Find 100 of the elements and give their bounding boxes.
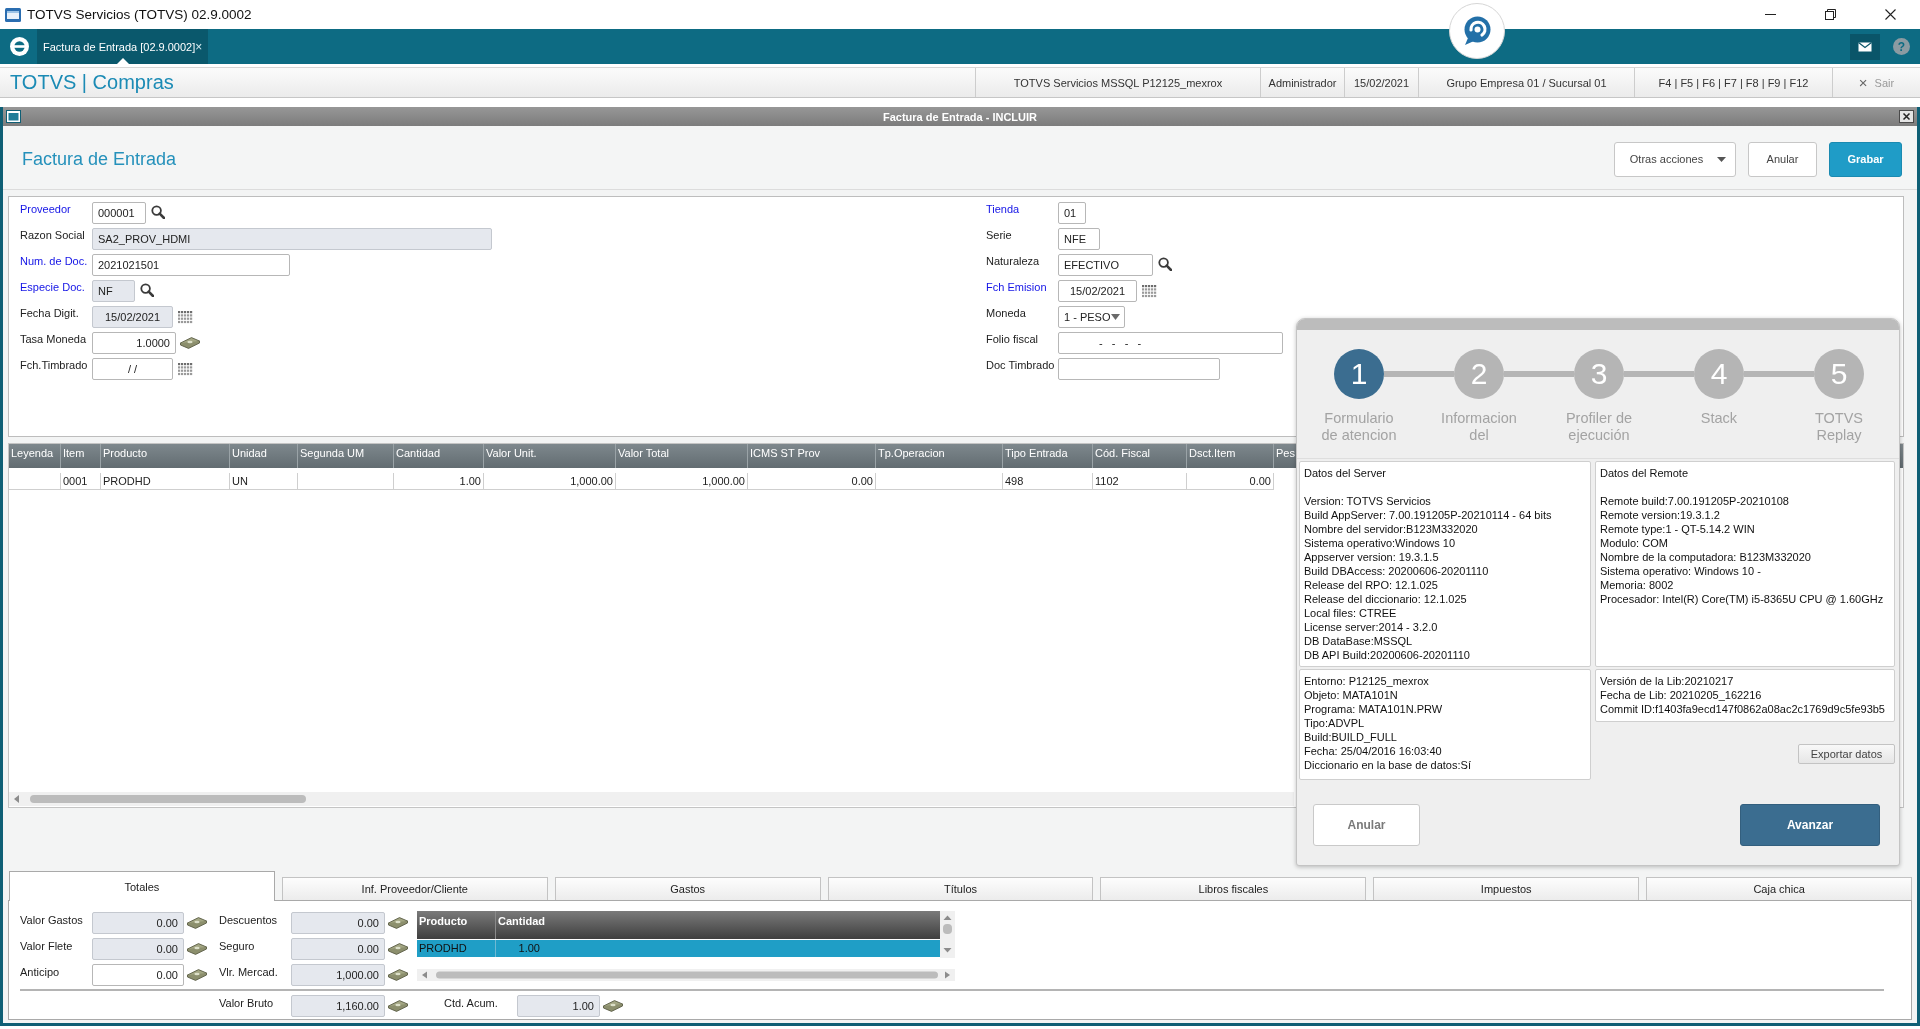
- column-header[interactable]: Unidad: [230, 444, 298, 468]
- search-icon[interactable]: [1158, 257, 1172, 271]
- dropdown-field[interactable]: 1 - PESO: [1058, 306, 1125, 328]
- cash-icon[interactable]: [388, 969, 408, 981]
- field-label: Proveedor: [20, 202, 72, 215]
- cash-icon[interactable]: [187, 917, 207, 929]
- cancel-button[interactable]: Anular: [1313, 804, 1420, 846]
- info-line: Memoria: 8002: [1600, 578, 1675, 592]
- exit-button[interactable]: × Sair: [1832, 68, 1920, 97]
- column-header[interactable]: Segunda UM: [298, 444, 394, 468]
- info-line: Remote build:7.00.191205P-20210108: [1600, 494, 1790, 508]
- folder-tab[interactable]: Impuestos: [1373, 877, 1640, 900]
- document-tab[interactable]: Factura de Entrada [02.9.0002]×: [37, 29, 208, 64]
- field-label: Anticipo: [20, 965, 61, 978]
- column-header[interactable]: Cód. Fiscal: [1093, 444, 1187, 468]
- info-line: Procesador: Intel(R) Core(TM) i5-8365U CPU @ 1.60GHz: [1600, 592, 1885, 606]
- field-label: Razon Social: [20, 228, 86, 241]
- table-cell: PRODHD: [101, 473, 230, 490]
- field-label: Vlr. Mercad.: [219, 965, 279, 978]
- input-field[interactable]: 15/02/2021: [1058, 280, 1137, 302]
- folder-tab[interactable]: Caja chica: [1646, 877, 1912, 900]
- restore-icon[interactable]: [1824, 9, 1836, 20]
- folder-tab[interactable]: Títulos: [827, 877, 1094, 900]
- step-indicator: 4: [1694, 349, 1744, 399]
- info-line: DB API Build:20200606-20201110: [1304, 648, 1471, 662]
- folder-tab[interactable]: Totales: [9, 871, 275, 901]
- input-field[interactable]: 2021021501: [92, 254, 290, 276]
- input-field[interactable]: 0.00: [92, 964, 184, 986]
- cash-icon[interactable]: [187, 969, 207, 981]
- horizontal-scrollbar[interactable]: [9, 792, 1294, 806]
- field-label: Fch Emision: [986, 280, 1048, 293]
- environment-text: TOTVS Servicios MSSQL P12125_mexrox: [975, 68, 1260, 97]
- info-line: Objeto: MATA101N: [1304, 688, 1399, 702]
- column-header[interactable]: Tp.Operacion: [876, 444, 1003, 468]
- column-header[interactable]: Dsct.Item: [1187, 444, 1274, 468]
- info-line: Programa: MATA101N.PRW: [1304, 702, 1444, 716]
- cash-icon[interactable]: [187, 943, 207, 955]
- info-line: Release del RPO: 12.1.025: [1304, 578, 1439, 592]
- column-header[interactable]: ICMS ST Prov: [748, 444, 876, 468]
- export-button[interactable]: Exportar datos: [1798, 744, 1895, 764]
- folder-tab[interactable]: Inf. Proveedor/Cliente: [281, 877, 548, 900]
- vertical-scrollbar[interactable]: [940, 911, 955, 958]
- column-header[interactable]: Valor Unit.: [484, 444, 616, 468]
- field-label: Descuentos: [219, 913, 279, 926]
- cash-icon[interactable]: [388, 943, 408, 955]
- field-label: Valor Bruto: [219, 996, 275, 1009]
- folder-tab[interactable]: Gastos: [554, 877, 821, 900]
- column-header[interactable]: Producto: [101, 444, 230, 468]
- info-line: Fecha de Lib: 20210205_162216: [1600, 688, 1763, 702]
- field-label: Seguro: [219, 939, 256, 952]
- search-icon[interactable]: [140, 283, 154, 297]
- search-icon[interactable]: [151, 205, 165, 219]
- info-line: License server:2014 - 3.2.0: [1304, 620, 1439, 634]
- cash-icon[interactable]: [388, 1000, 408, 1012]
- column-header[interactable]: Pes: [1274, 444, 1294, 468]
- actions-menu-button[interactable]: Otras acciones: [1614, 141, 1736, 177]
- cash-icon[interactable]: [388, 917, 408, 929]
- input-field[interactable]: 000001: [92, 202, 146, 224]
- input-field[interactable]: EFECTIVO: [1058, 254, 1153, 276]
- selected-row[interactable]: PRODHD 1.00: [417, 940, 940, 957]
- close-icon[interactable]: [1899, 110, 1914, 123]
- chat-icon[interactable]: [1449, 3, 1505, 59]
- horizontal-scrollbar[interactable]: [417, 969, 955, 981]
- step-label: Profiler de ejecución: [1564, 410, 1634, 444]
- field-label: Moneda: [986, 306, 1027, 319]
- input-field[interactable]: - - - -: [1058, 332, 1283, 354]
- input-field[interactable]: NFE: [1058, 228, 1100, 250]
- table-cell: 1.00: [394, 473, 484, 490]
- info-line: DB DataBase:MSSQL: [1304, 634, 1414, 648]
- mail-icon[interactable]: [1850, 33, 1880, 60]
- logo-icon[interactable]: [10, 37, 29, 56]
- input-field[interactable]: 01: [1058, 202, 1086, 224]
- info-line: Entorno: P12125_mexrox: [1304, 674, 1430, 688]
- calendar-icon[interactable]: [178, 363, 193, 376]
- field-label: Doc Timbrado: [986, 358, 1056, 371]
- info-line: Nombre del servidor:B123M332020: [1304, 522, 1479, 536]
- calendar-icon[interactable]: [1142, 285, 1157, 298]
- column-header[interactable]: Cantidad: [394, 444, 484, 468]
- field-label: Ctd. Acum.: [444, 996, 499, 1009]
- column-header[interactable]: Tipo Entrada: [1003, 444, 1093, 468]
- column-header[interactable]: Valor Total: [616, 444, 748, 468]
- input-field[interactable]: / /: [92, 358, 173, 380]
- folder-tab[interactable]: Libros fiscales: [1100, 877, 1367, 900]
- cash-icon[interactable]: [603, 1000, 623, 1012]
- tab-close-button[interactable]: ×: [195, 39, 203, 54]
- column-header[interactable]: Producto: [417, 911, 496, 939]
- session-date: 15/02/2021: [1344, 68, 1418, 97]
- column-header[interactable]: Leyenda: [9, 444, 61, 468]
- next-button[interactable]: Avanzar: [1740, 804, 1880, 846]
- close-icon[interactable]: [1884, 9, 1896, 20]
- step-label: Informacion del: [1440, 410, 1518, 444]
- column-header[interactable]: Item: [61, 444, 101, 468]
- info-line: Remote type:1 - QT-5.14.2 WIN: [1600, 522, 1756, 536]
- cash-icon[interactable]: [180, 337, 200, 349]
- action-button[interactable]: Anular: [1748, 141, 1817, 177]
- input-field[interactable]: 1.0000: [92, 332, 176, 354]
- calendar-icon[interactable]: [178, 311, 193, 324]
- column-header[interactable]: Cantidad: [496, 911, 940, 939]
- minimize-icon[interactable]: [1764, 14, 1776, 15]
- input-field[interactable]: [1058, 358, 1220, 380]
